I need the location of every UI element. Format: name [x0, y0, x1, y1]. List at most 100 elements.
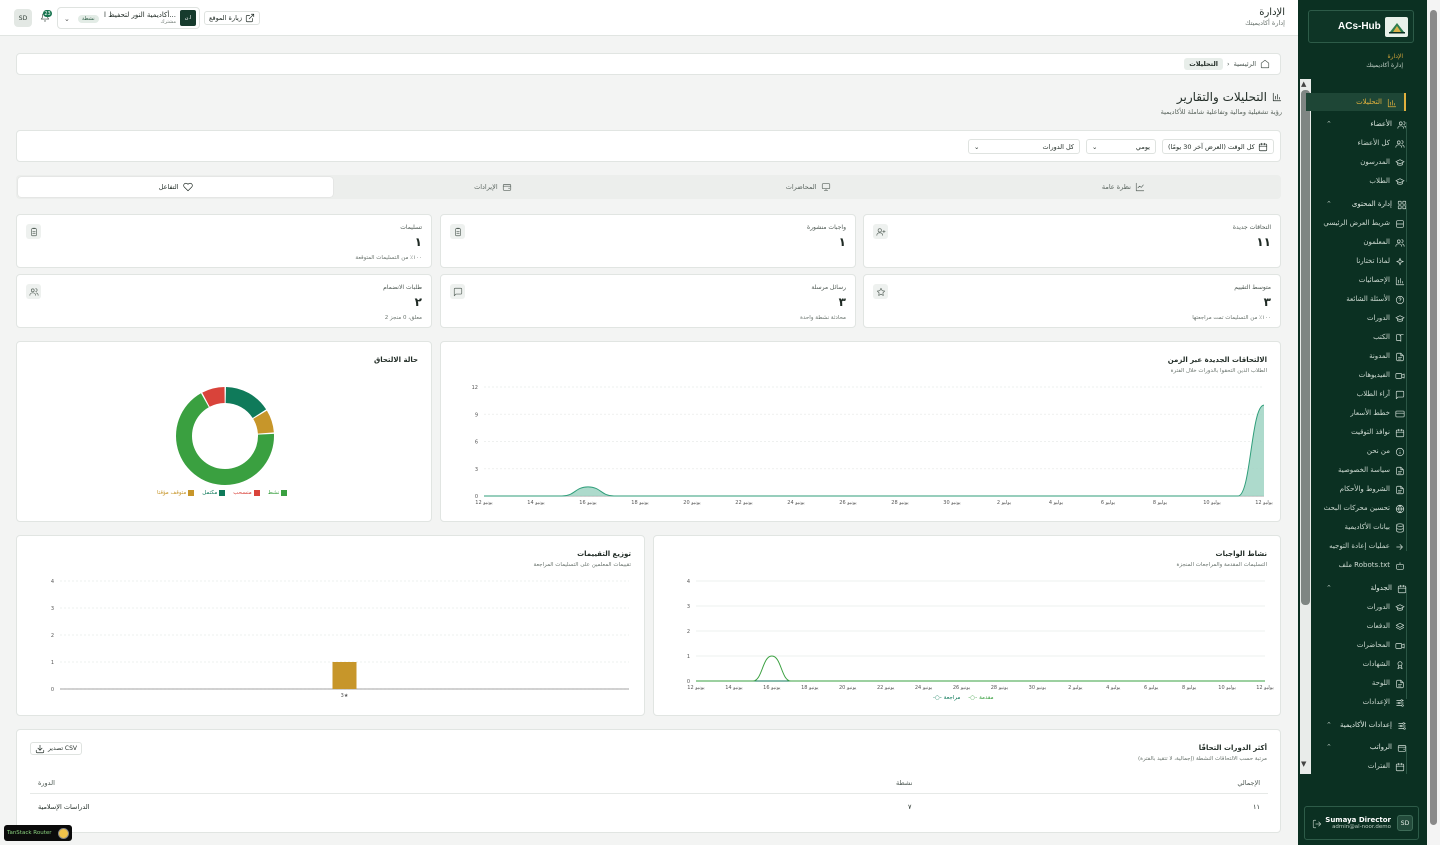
chevron-up-icon[interactable]: ⌃ — [1326, 120, 1332, 128]
stat-card: متوسط التقييم ٣ ١٠٠٪ من التسليمات تمت مراج… — [863, 274, 1281, 328]
sidebar-item[interactable]: خطط الأسعار — [1350, 404, 1405, 422]
home-icon[interactable] — [1260, 59, 1270, 69]
sidebar-item-label: الشروط والأحكام — [1339, 485, 1390, 493]
user-avatar[interactable]: SD — [1397, 815, 1413, 831]
tab-wallet[interactable]: الإيرادات — [335, 175, 650, 199]
bar[interactable] — [332, 662, 357, 689]
table-cell-active: ٧ — [908, 803, 912, 811]
sidebar-item[interactable]: المدرسون — [1360, 153, 1405, 171]
sidebar-item[interactable]: الدورات — [1367, 598, 1405, 616]
heart-icon — [182, 182, 193, 192]
tab-chart[interactable]: نظرة عامة — [966, 175, 1281, 199]
y-tick-label: 2 — [687, 629, 690, 635]
sidebar-logo[interactable]: ACs-Hub — [1308, 10, 1414, 43]
calendar-icon — [1258, 142, 1268, 152]
sidebar-item[interactable]: تحسين محركات البحث — [1324, 499, 1405, 517]
sidebar-item-label: عمليات إعادة التوجيه — [1329, 542, 1390, 550]
sidebar-item[interactable]: المدونة — [1369, 347, 1404, 365]
sidebar-item[interactable]: الدفعات — [1367, 617, 1405, 635]
sidebar-item[interactable]: اللوحة — [1372, 674, 1404, 692]
chevron-up-icon[interactable]: ⌃ — [1326, 200, 1332, 208]
sidebar-item[interactable]: لماذا تختارنا — [1356, 252, 1404, 270]
table-row[interactable]: الدراسات الإسلامية ٧ ١١ — [30, 796, 1268, 818]
sidebar-item[interactable]: الإحصائيات — [1359, 271, 1405, 289]
page-scrollbar-thumb[interactable] — [1430, 10, 1437, 825]
header-avatar[interactable]: SD — [14, 9, 32, 27]
sidebar-group[interactable]: إدارة المحتوى — [1352, 195, 1407, 213]
legend-swatch — [219, 490, 226, 496]
sidebar-item[interactable]: آراء الطلاب — [1357, 385, 1405, 403]
sparkle-icon — [1395, 257, 1404, 266]
user-email: admin@al-noor.demo — [1332, 824, 1391, 830]
sidebar-item[interactable]: بيانات الأكاديمية — [1345, 518, 1404, 536]
sidebar-item[interactable]: الشهادات — [1363, 655, 1404, 673]
homework-activity-chart: 01234يونيو 12 يونيو 14 يونيو 16 يونيو 18 يون… — [687, 579, 1275, 691]
sidebar-item[interactable]: نوافذ التوقيت — [1351, 423, 1405, 441]
sidebar-item[interactable]: الإعدادات — [1363, 693, 1404, 711]
x-tick-label: يونيو 18 — [801, 685, 819, 691]
period-filter-value: كل الوقت (العرض آخر 30 يومًا) — [1168, 142, 1255, 151]
tab-label: الإيرادات — [474, 183, 498, 191]
legend-item: متوقف مؤقتا — [157, 490, 195, 496]
tab-heart[interactable]: التفاعل — [18, 177, 334, 197]
star-icon — [873, 284, 888, 299]
sidebar-item[interactable]: الشروط والأحكام — [1340, 480, 1404, 498]
sidebar-item[interactable]: الطلاب — [1369, 172, 1405, 190]
granularity-filter[interactable]: ⌄ يومي — [1086, 139, 1156, 154]
sidebar-item[interactable]: الكتب — [1373, 328, 1404, 346]
user-card[interactable]: Sumaya Director admin@al-noor.demo SD — [1304, 806, 1419, 840]
submenu-guide-line — [1406, 204, 1407, 551]
message-icon — [1395, 390, 1405, 399]
message-icon — [450, 284, 465, 299]
breadcrumb-home[interactable]: الرئيسية — [1234, 60, 1256, 68]
sidebar-item[interactable]: كل الأعضاء — [1357, 134, 1405, 152]
academy-switcher[interactable]: ⌄ نشطة أكاديمية النور لتحفيظ ا... مشترك … — [57, 7, 200, 29]
sidebar-item[interactable]: من نحن — [1367, 442, 1405, 460]
line-series[interactable] — [696, 655, 1265, 682]
sliders-icon — [1395, 698, 1404, 707]
graduation-cap-icon — [1395, 314, 1405, 323]
sidebar-item[interactable]: الدورات — [1367, 309, 1405, 327]
chevron-up-icon[interactable]: ⌃ — [1326, 584, 1332, 592]
sidebar-item[interactable]: ملف Robots.txt — [1339, 556, 1404, 574]
courses-filter[interactable]: ⌄ كل الدورات — [968, 139, 1080, 154]
sidebar-group[interactable]: إعدادات الأكاديمية — [1340, 716, 1406, 734]
sidebar-item[interactable]: المعلمون — [1363, 233, 1405, 251]
sidebar-group[interactable]: الجدولة — [1370, 579, 1407, 597]
sidebar-item[interactable]: الفترات — [1368, 757, 1405, 774]
y-tick-label: 2 — [51, 633, 54, 639]
tanstack-router-devtools[interactable]: TanStack Router — [4, 825, 72, 841]
legend-item: مكتمل — [202, 490, 226, 496]
sidebar-group[interactable]: الرواتب — [1370, 738, 1407, 756]
sidebar-item[interactable]: عمليات إعادة التوجيه — [1329, 537, 1404, 555]
export-csv-button[interactable]: تصدير CSV — [30, 742, 83, 755]
chevron-up-icon[interactable]: ⌃ — [1326, 721, 1332, 729]
monitor-icon — [821, 182, 831, 192]
x-tick-label: يونيو 16 — [763, 685, 781, 691]
legend-swatch — [253, 490, 260, 496]
sidebar-item[interactable]: الفيديوهات — [1359, 366, 1405, 384]
sidebar-item[interactable]: سياسة الخصوصية — [1338, 461, 1404, 479]
pie-slice[interactable] — [225, 387, 267, 419]
chevron-up-icon[interactable]: ⌃ — [1326, 743, 1332, 751]
sidebar-item-analytics[interactable]: التحليلات — [1306, 93, 1406, 111]
logout-icon[interactable] — [1312, 819, 1322, 829]
academy-logo-icon: ا.ن — [180, 10, 196, 26]
visit-site-button[interactable]: زيارة الموقع — [204, 11, 261, 25]
y-tick-label: 3 — [51, 606, 54, 612]
sidebar-item[interactable]: الأسئلة الشائعة — [1346, 290, 1405, 308]
tab-label: التفاعل — [158, 183, 179, 191]
tab-monitor[interactable]: المحاضرات — [651, 175, 966, 199]
sidebar-item-label: الطلاب — [1369, 177, 1390, 185]
sidebar-item-label: المدونة — [1369, 352, 1390, 360]
sidebar-item[interactable]: المحاضرات — [1357, 636, 1405, 654]
sidebar: ACs-Hub الإدارة إدارة أكاديميتك ▲ ▼ التح… — [1298, 0, 1427, 845]
sidebar-item-label: كل الأعضاء — [1357, 139, 1390, 147]
sidebar-group[interactable]: الأعضاء — [1370, 115, 1407, 133]
period-filter[interactable]: كل الوقت (العرض آخر 30 يومًا) — [1162, 139, 1274, 154]
area-series[interactable] — [484, 405, 1264, 496]
sidebar-item-label: الشهادات — [1362, 660, 1390, 668]
redirect-icon — [1395, 542, 1404, 551]
sidebar-item[interactable]: شريط العرض الرئيسي — [1323, 214, 1404, 232]
chevron-down-icon: ⌄ — [1092, 142, 1098, 151]
